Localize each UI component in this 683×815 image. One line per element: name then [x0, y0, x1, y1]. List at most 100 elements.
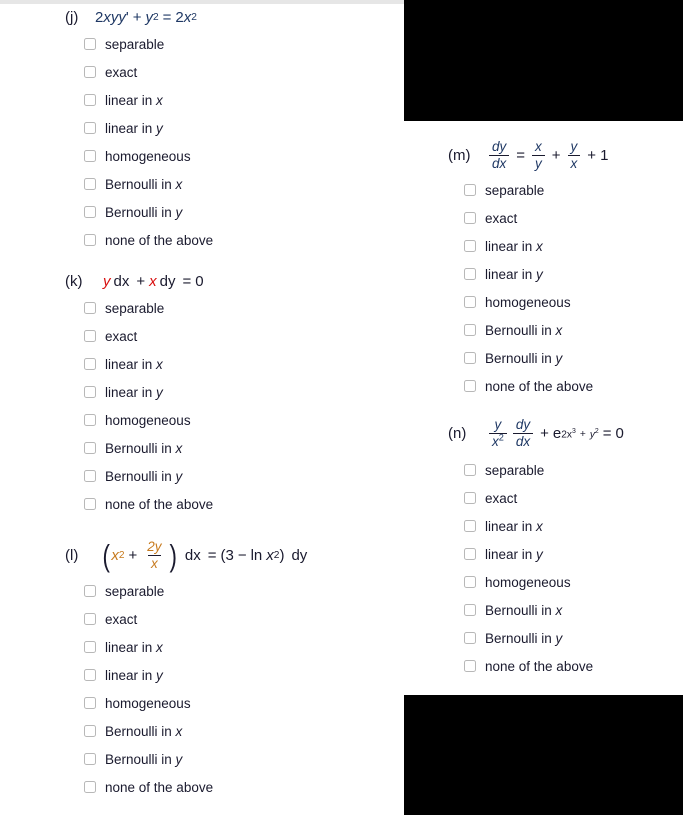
option-none-of-the-above[interactable]: none of the above: [464, 376, 683, 396]
option-linear-in-x[interactable]: linear in x: [464, 516, 683, 536]
checkbox-icon[interactable]: [464, 520, 476, 533]
option-label: separable: [105, 36, 165, 52]
checkbox-icon[interactable]: [84, 330, 96, 342]
option-bernoulli-in-y[interactable]: Bernoulli in y: [464, 628, 683, 648]
math-operator: +: [136, 273, 146, 290]
checkbox-icon[interactable]: [84, 613, 96, 626]
checkbox-icon[interactable]: [464, 492, 476, 505]
checkbox-icon[interactable]: [84, 386, 96, 398]
checkbox-icon[interactable]: [464, 604, 476, 617]
option-bernoulli-in-y[interactable]: Bernoulli in y: [464, 348, 683, 368]
checkbox-icon[interactable]: [84, 38, 96, 50]
option-linear-in-x[interactable]: linear in x: [84, 637, 404, 657]
problem-n-equation: y x2 dy dx + e 2x3 + y2 = 0: [486, 417, 624, 449]
option-separable[interactable]: separable: [84, 298, 404, 318]
option-bernoulli-in-y[interactable]: Bernoulli in y: [84, 202, 404, 222]
problem-n-label: (n): [448, 425, 467, 443]
option-label: none of the above: [485, 378, 594, 394]
option-exact[interactable]: exact: [84, 62, 404, 82]
checkbox-icon[interactable]: [464, 352, 476, 365]
option-none-of-the-above[interactable]: none of the above: [84, 230, 404, 250]
option-label: homogeneous: [485, 294, 571, 310]
option-separable[interactable]: separable: [84, 581, 404, 601]
option-none-of-the-above[interactable]: none of the above: [84, 494, 404, 514]
option-bernoulli-in-y[interactable]: Bernoulli in y: [84, 749, 404, 769]
option-linear-in-y[interactable]: linear in y: [84, 118, 404, 138]
option-linear-in-y[interactable]: linear in y: [464, 264, 683, 284]
option-exact[interactable]: exact: [84, 609, 404, 629]
option-bernoulli-in-x[interactable]: Bernoulli in x: [84, 174, 404, 194]
checkbox-icon[interactable]: [464, 268, 476, 281]
option-label: linear in x: [485, 238, 543, 254]
checkbox-icon[interactable]: [84, 442, 96, 454]
checkbox-icon[interactable]: [464, 324, 476, 337]
option-none-of-the-above[interactable]: none of the above: [84, 777, 404, 797]
occlusion-band-bottom: [404, 695, 683, 815]
checkbox-icon[interactable]: [84, 94, 96, 106]
option-label: exact: [105, 328, 138, 344]
option-homogeneous[interactable]: homogeneous: [464, 292, 683, 312]
option-label: separable: [105, 583, 165, 599]
option-linear-in-y[interactable]: linear in y: [464, 544, 683, 564]
checkbox-icon[interactable]: [84, 234, 96, 246]
option-bernoulli-in-x[interactable]: Bernoulli in x: [464, 320, 683, 340]
problem-m-options: separable exact linear in x linear in y …: [404, 180, 683, 396]
option-homogeneous[interactable]: homogeneous: [84, 146, 404, 166]
option-label: none of the above: [105, 496, 214, 512]
option-linear-in-y[interactable]: linear in y: [84, 382, 404, 402]
checkbox-icon[interactable]: [84, 641, 96, 654]
checkbox-icon[interactable]: [84, 414, 96, 426]
checkbox-icon[interactable]: [84, 122, 96, 134]
checkbox-icon[interactable]: [84, 585, 96, 598]
checkbox-icon[interactable]: [464, 240, 476, 253]
checkbox-icon[interactable]: [464, 548, 476, 561]
option-label: homogeneous: [105, 695, 191, 711]
option-homogeneous[interactable]: homogeneous: [84, 410, 404, 430]
checkbox-icon[interactable]: [84, 669, 96, 682]
checkbox-icon[interactable]: [464, 576, 476, 589]
checkbox-icon[interactable]: [84, 498, 96, 510]
checkbox-icon[interactable]: [464, 184, 476, 197]
option-separable[interactable]: separable: [464, 460, 683, 480]
checkbox-icon[interactable]: [84, 66, 96, 78]
checkbox-icon[interactable]: [84, 470, 96, 482]
math-atom: xyy: [103, 9, 126, 26]
option-homogeneous[interactable]: homogeneous: [84, 693, 404, 713]
option-bernoulli-in-x[interactable]: Bernoulli in x: [84, 721, 404, 741]
option-bernoulli-in-y[interactable]: Bernoulli in y: [84, 466, 404, 486]
checkbox-icon[interactable]: [84, 753, 96, 766]
option-bernoulli-in-x[interactable]: Bernoulli in x: [84, 438, 404, 458]
checkbox-icon[interactable]: [464, 212, 476, 225]
checkbox-icon[interactable]: [84, 178, 96, 190]
checkbox-icon[interactable]: [84, 206, 96, 218]
checkbox-icon[interactable]: [84, 725, 96, 738]
checkbox-icon[interactable]: [84, 150, 96, 162]
math-atom: x: [149, 273, 157, 290]
option-exact[interactable]: exact: [464, 488, 683, 508]
problem-m-stem: (m) dy dx = x y + y x + 1: [404, 139, 683, 171]
fraction-dy-over-dx: dy dx: [512, 417, 534, 449]
checkbox-icon[interactable]: [84, 302, 96, 314]
checkbox-icon[interactable]: [464, 296, 476, 309]
option-linear-in-y[interactable]: linear in y: [84, 665, 404, 685]
checkbox-icon[interactable]: [464, 380, 476, 393]
option-bernoulli-in-x[interactable]: Bernoulli in x: [464, 600, 683, 620]
option-linear-in-x[interactable]: linear in x: [84, 354, 404, 374]
option-exact[interactable]: exact: [84, 326, 404, 346]
option-linear-in-x[interactable]: linear in x: [464, 236, 683, 256]
checkbox-icon[interactable]: [464, 660, 476, 673]
option-exact[interactable]: exact: [464, 208, 683, 228]
checkbox-icon[interactable]: [464, 632, 476, 645]
checkbox-icon[interactable]: [84, 781, 96, 794]
checkbox-icon[interactable]: [464, 464, 476, 477]
problem-k-options: separable exact linear in x linear in y …: [0, 298, 404, 514]
option-label: homogeneous: [105, 148, 191, 164]
option-homogeneous[interactable]: homogeneous: [464, 572, 683, 592]
option-separable[interactable]: separable: [84, 34, 404, 54]
checkbox-icon[interactable]: [84, 358, 96, 370]
option-separable[interactable]: separable: [464, 180, 683, 200]
fraction-denominator: x: [148, 555, 161, 571]
checkbox-icon[interactable]: [84, 697, 96, 710]
option-linear-in-x[interactable]: linear in x: [84, 90, 404, 110]
option-none-of-the-above[interactable]: none of the above: [464, 656, 683, 676]
